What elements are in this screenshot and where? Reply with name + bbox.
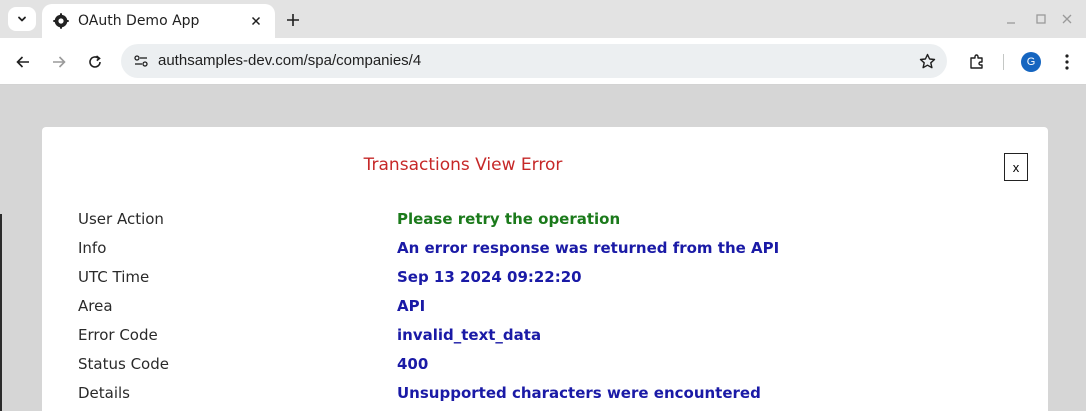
detail-label: Info [78, 239, 107, 257]
close-icon [1062, 14, 1072, 24]
reload-button[interactable] [82, 49, 108, 75]
oauth-gear-icon [53, 13, 69, 29]
bookmark-star-icon[interactable] [917, 51, 937, 71]
forward-button[interactable] [46, 49, 72, 75]
window-close-button[interactable] [1056, 9, 1078, 29]
dialog-close-button[interactable]: x [1004, 153, 1028, 181]
close-icon [251, 16, 261, 26]
detail-value: An error response was returned from the … [397, 239, 780, 257]
address-bar[interactable]: authsamples-dev.com/spa/companies/4 [121, 44, 947, 78]
tab-search-button[interactable] [8, 7, 36, 31]
detail-row-error-code: Error Code invalid_text_data [78, 323, 978, 352]
browser-menu-button[interactable] [1057, 50, 1077, 74]
detail-value: 400 [397, 355, 429, 373]
puzzle-icon [970, 54, 983, 69]
arrow-right-icon [53, 56, 66, 68]
tab-title: OAuth Demo App [78, 13, 200, 29]
site-info-icon[interactable] [131, 51, 151, 71]
plus-icon [287, 14, 299, 26]
browser-tab[interactable]: OAuth Demo App [42, 4, 275, 38]
minimize-button[interactable] [1000, 9, 1022, 29]
detail-value: API [397, 297, 426, 315]
minimize-icon [1007, 22, 1015, 24]
chevron-down-icon [16, 10, 28, 29]
detail-value: Sep 13 2024 09:22:20 [397, 268, 582, 286]
detail-row-user-action: User Action Please retry the operation [78, 207, 978, 236]
detail-row-area: Area API [78, 294, 978, 323]
maximize-icon [1036, 14, 1046, 24]
detail-row-utc-time: UTC Time Sep 13 2024 09:22:20 [78, 265, 978, 294]
detail-label: Status Code [78, 355, 169, 373]
arrow-left-icon [16, 56, 29, 68]
extensions-button[interactable] [965, 50, 989, 74]
detail-row-status-code: Status Code 400 [78, 352, 978, 381]
dialog-title: Transactions View Error [363, 155, 563, 175]
tab-close-button[interactable] [245, 10, 267, 32]
page-left-edge [0, 214, 2, 411]
error-dialog: Transactions View Error x User Action Pl… [42, 127, 1048, 411]
browser-toolbar: authsamples-dev.com/spa/companies/4 G [0, 38, 1086, 85]
detail-value: Unsupported characters were encountered [397, 384, 761, 402]
detail-label: User Action [78, 210, 164, 228]
profile-avatar[interactable]: G [1021, 52, 1041, 72]
detail-label: Area [78, 297, 113, 315]
detail-value: Please retry the operation [397, 210, 621, 228]
tab-strip: OAuth Demo App [0, 0, 1086, 38]
detail-label: UTC Time [78, 268, 150, 286]
detail-label: Error Code [78, 326, 158, 344]
error-details: User Action Please retry the operation I… [78, 207, 978, 410]
reload-icon [89, 55, 101, 68]
toolbar-divider [1003, 54, 1004, 70]
back-button[interactable] [10, 49, 36, 75]
detail-value: invalid_text_data [397, 326, 542, 344]
url-text[interactable]: authsamples-dev.com/spa/companies/4 [158, 52, 421, 69]
maximize-button[interactable] [1030, 9, 1052, 29]
detail-label: Details [78, 384, 131, 402]
detail-row-info: Info An error response was returned from… [78, 236, 978, 265]
kebab-menu-icon [1065, 54, 1069, 70]
new-tab-button[interactable] [281, 8, 305, 32]
detail-row-details: Details Unsupported characters were enco… [78, 381, 978, 410]
